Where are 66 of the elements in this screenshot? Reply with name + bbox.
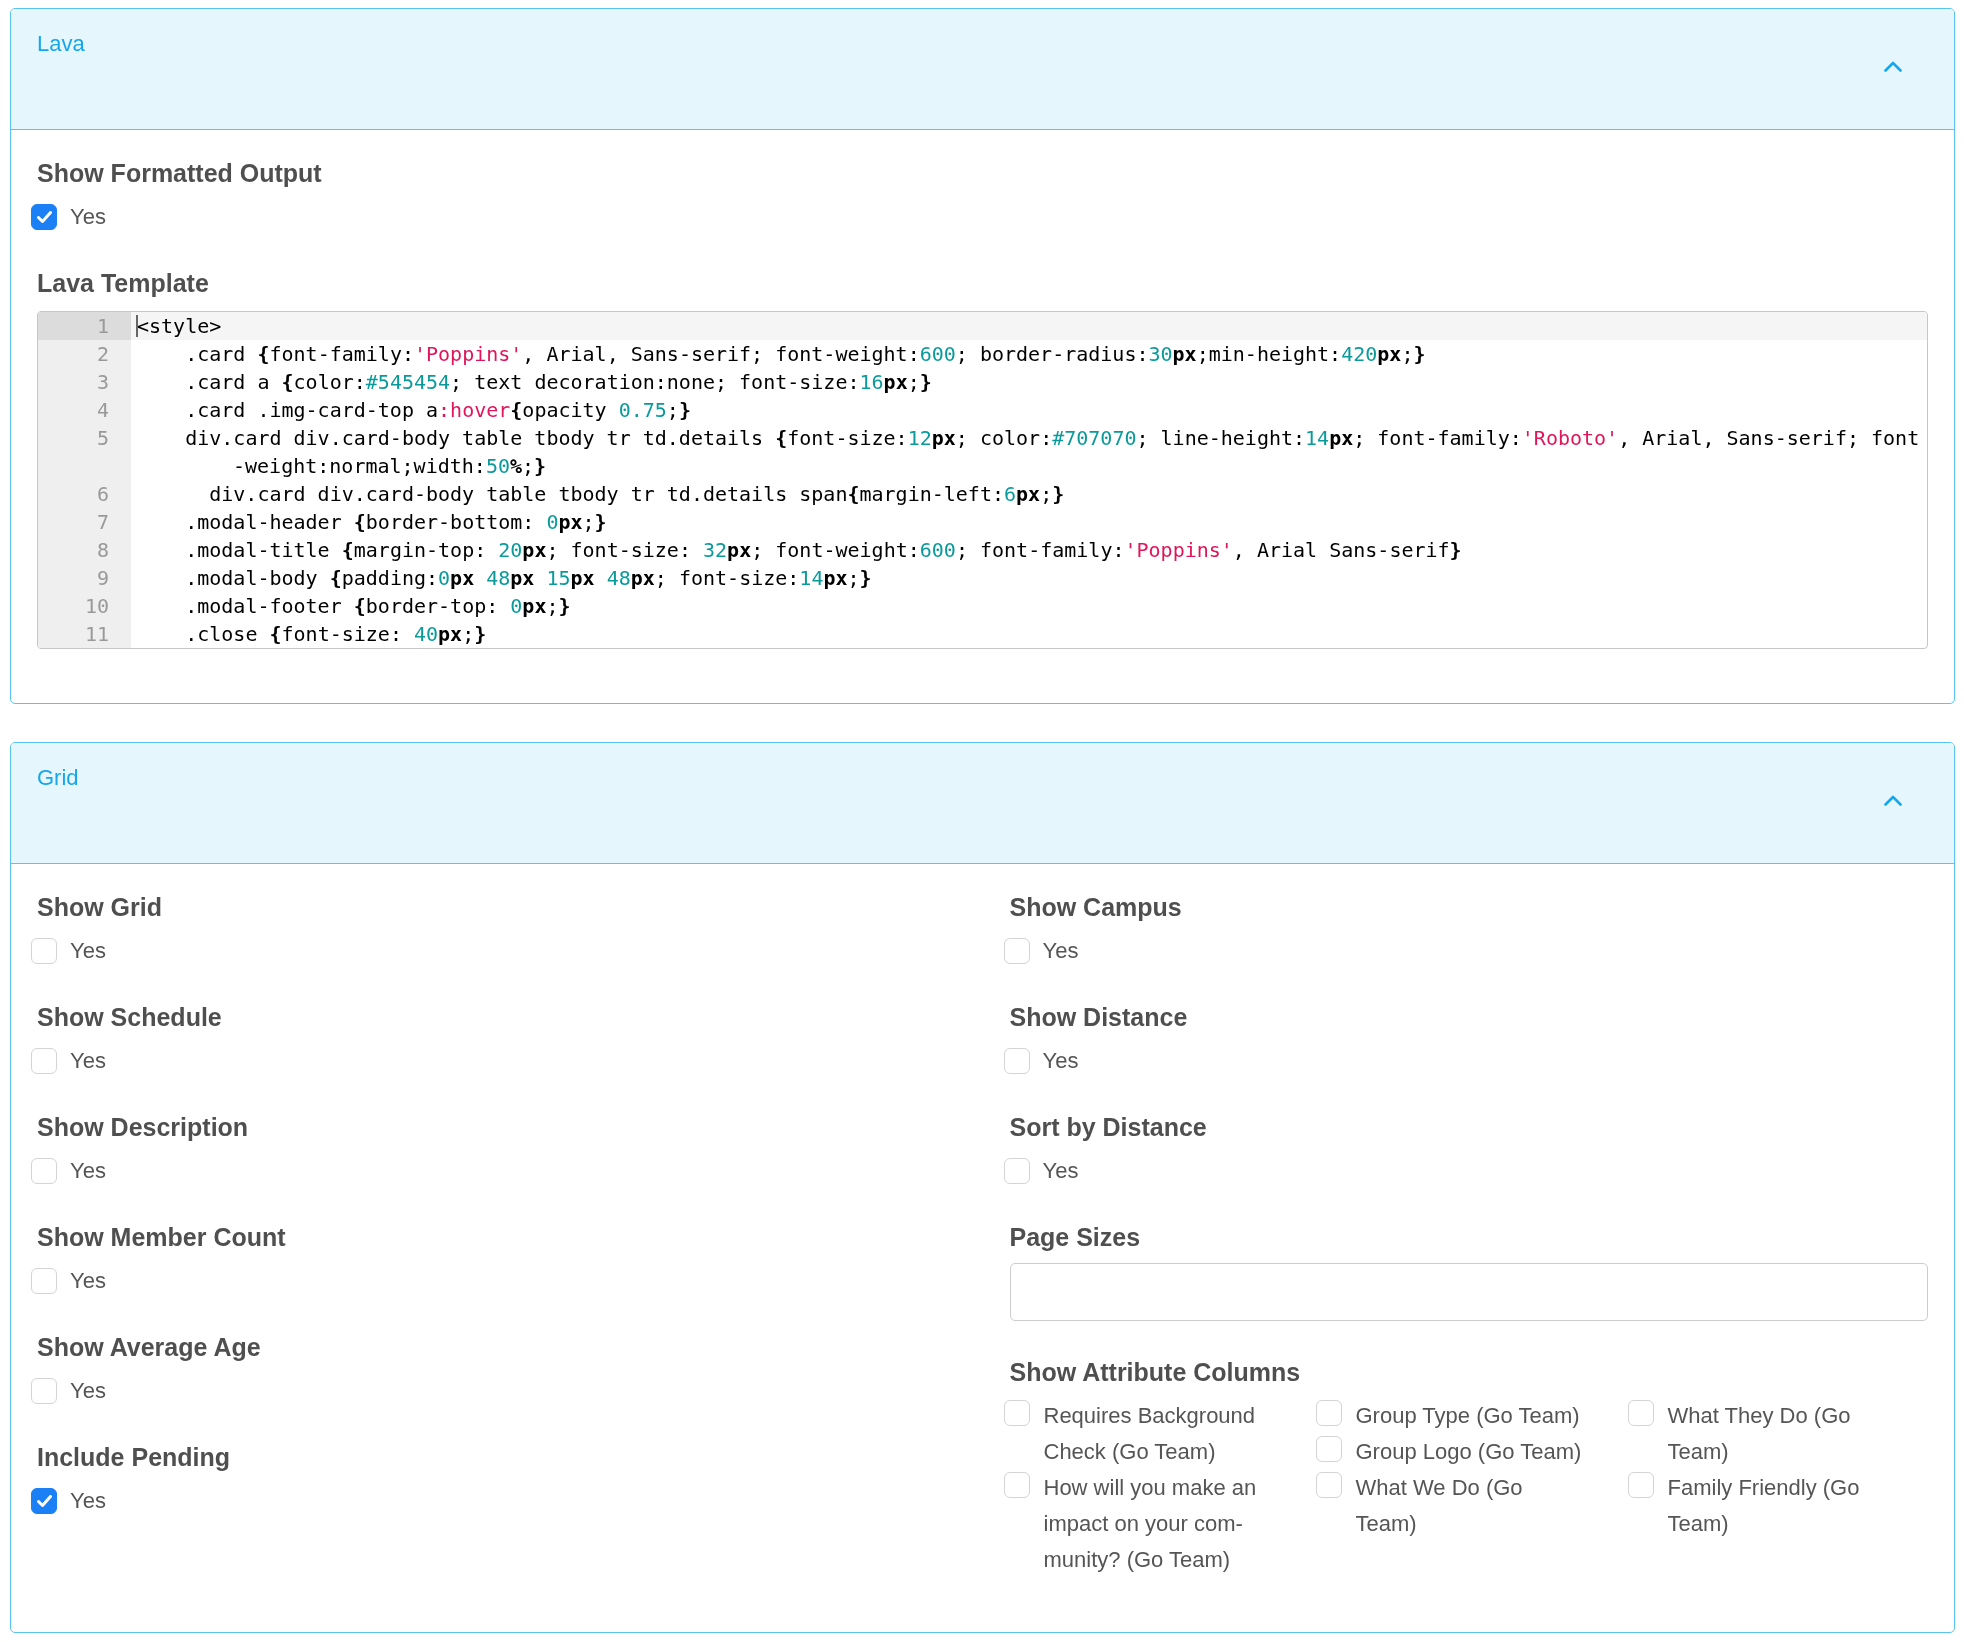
line-number: 10 <box>84 593 109 620</box>
line-number: 7 <box>96 509 109 536</box>
checkbox-label: What They Do (Go Team) <box>1667 1402 1852 1466</box>
checkbox[interactable] <box>31 204 57 230</box>
checkbox-label: Family Friendly (Go Team) <box>1667 1474 1861 1538</box>
panel-title[interactable]: Grid <box>37 765 79 791</box>
checkbox-label: Group Logo (Go Team) <box>1355 1438 1582 1466</box>
field-label: Show Grid <box>37 892 162 923</box>
code-line: .modal-body {padding:0px 48px 15px 48px; font-size:14px;} <box>185 566 872 590</box>
checkbox-label: Group Type (Go Team) <box>1355 1402 1580 1430</box>
field-label: Show Description <box>37 1112 249 1143</box>
field-label: Show Campus <box>1009 892 1182 923</box>
panel-header[interactable]: Grid <box>11 743 1954 864</box>
field-label: Show Attribute Columns <box>1009 1357 1301 1388</box>
checkbox-label: Yes <box>70 1157 106 1185</box>
line-number: 8 <box>96 537 109 564</box>
line-number: 4 <box>96 397 109 424</box>
text-cursor <box>136 315 138 337</box>
field-label: Page Sizes <box>1009 1222 1141 1253</box>
line-number: 3 <box>96 369 109 396</box>
panel-header[interactable]: Lava <box>11 9 1954 130</box>
checkbox-label: Yes <box>70 1047 106 1075</box>
checkmark-icon <box>36 211 52 223</box>
code-line: .card {font-family:'Poppins', Arial, Sans-serif; font-weight:600; border-radius:30px;min-height:420px;} <box>185 342 1426 366</box>
checkbox-label: Yes <box>70 937 106 965</box>
code-line: div.card div.card-body table tbody tr td.details {font-size:12px; color:#707070; line-height:14px; font-family:'Roboto', Arial, Sans-serif; font <box>185 426 1920 450</box>
code-line: .modal-title {margin-top: 20px; font-size: 32px; font-weight:600; font-family:'Poppins', Arial Sans-serif} <box>185 538 1462 562</box>
line-number: 6 <box>96 481 109 508</box>
code-line: .modal-footer {border-top: 0px;} <box>185 594 571 618</box>
field-label: Show Average Age <box>37 1332 261 1363</box>
input-field[interactable] <box>1009 1263 1928 1321</box>
code-line: .card .img-card-top a:hover{opacity 0.75;} <box>185 398 691 422</box>
line-number: 5 <box>96 425 109 452</box>
field-label: Sort by Distance <box>1009 1112 1207 1143</box>
checkbox[interactable] <box>31 1488 57 1514</box>
field-label: Show Member Count <box>37 1222 286 1253</box>
code-line: .modal-header {border-bottom: 0px;} <box>185 510 607 534</box>
field-label: Show Distance <box>1009 1002 1188 1033</box>
checkbox-label: Yes <box>70 1267 106 1295</box>
checkbox-label: Yes <box>70 203 106 231</box>
code-line: <style> <box>137 314 222 338</box>
code-line: -weight:normal;width:50%;} <box>233 454 547 478</box>
chevron-up-icon[interactable] <box>1884 795 1902 806</box>
checkbox-label: Requires Background Check (Go Team) <box>1043 1402 1257 1466</box>
checkbox-label: Yes <box>1042 937 1079 965</box>
code-line: div.card div.card-body table tbody tr td.details span{margin-left:6px;} <box>209 482 1065 506</box>
checkbox-label: Yes <box>1042 1157 1079 1185</box>
line-number: 9 <box>96 565 109 592</box>
code-editor[interactable] <box>37 311 1928 649</box>
panel-title[interactable]: Lava <box>37 31 85 57</box>
checkbox-label: What We Do (Go Team) <box>1355 1474 1524 1538</box>
line-number: 11 <box>84 621 109 648</box>
line-number: 2 <box>96 341 109 368</box>
field-label: Show Formatted Output <box>37 158 322 189</box>
field-label: Lava Template <box>37 268 209 299</box>
field-label: Include Pending <box>37 1442 231 1473</box>
code-line: .close {font-size: 40px;} <box>185 622 487 646</box>
line-number: 1 <box>38 312 131 340</box>
checkmark-icon <box>36 1495 52 1507</box>
checkbox-label: How will you make an impact on your com-munity? (Go Team) <box>1043 1474 1258 1574</box>
chevron-up-icon[interactable] <box>1884 61 1902 72</box>
field-label: Show Schedule <box>37 1002 222 1033</box>
checkbox-label: Yes <box>70 1487 106 1515</box>
code-line: .card a {color:#545454; text decoration:none; font-size:16px;} <box>185 370 932 394</box>
checkbox-label: Yes <box>1042 1047 1079 1075</box>
checkbox-label: Yes <box>70 1377 106 1405</box>
